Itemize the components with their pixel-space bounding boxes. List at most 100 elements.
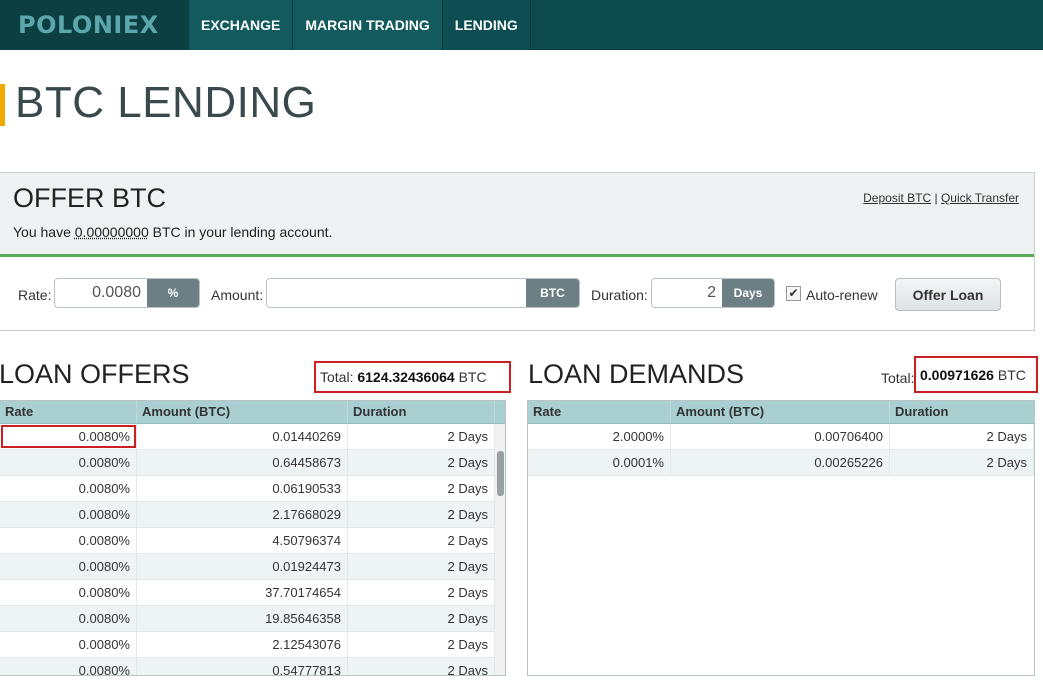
table-row[interactable]: 0.0080% 2.12543076 2 Days: [0, 632, 505, 658]
scrollbar-thumb[interactable]: [497, 451, 504, 496]
checkmark-icon: ✔: [788, 286, 799, 300]
amount-cell: 4.50796374: [137, 528, 348, 553]
table-row[interactable]: 2.0000% 0.00706400 2 Days: [528, 424, 1034, 450]
amount-cell: 0.00265226: [671, 450, 890, 475]
logo-text: POLONIEX: [18, 11, 159, 39]
offer-panel-header: OFFER BTC You have 0.00000000 BTC in you…: [0, 173, 1034, 257]
table-row[interactable]: 0.0080% 0.01924473 2 Days: [0, 554, 505, 580]
balance-prefix: You have: [13, 224, 71, 240]
lending-balance-text: You have 0.00000000 BTC in your lending …: [13, 224, 332, 240]
loan-demands-total-value: 0.00971626: [920, 367, 994, 383]
loan-demands-title: LOAN DEMANDS: [528, 359, 745, 389]
duration-cell: 2 Days: [348, 450, 495, 475]
col-duration[interactable]: Duration: [348, 401, 495, 423]
duration-cell: 2 Days: [348, 528, 495, 553]
rate-cell: 0.0080%: [0, 580, 137, 605]
nav-margin-trading[interactable]: MARGIN TRADING: [293, 0, 443, 50]
auto-renew-label[interactable]: Auto-renew: [806, 287, 878, 303]
loan-offers-total-value: 6124.32436064: [357, 369, 455, 385]
table-row[interactable]: 0.0080% 4.50796374 2 Days: [0, 528, 505, 554]
duration-cell: 2 Days: [348, 632, 495, 657]
loan-offers-total-label: Total:: [320, 369, 354, 385]
rate-input[interactable]: 0.0080: [55, 279, 147, 307]
offer-title: OFFER BTC: [13, 183, 166, 213]
main-nav: EXCHANGE MARGIN TRADING LENDING: [189, 0, 531, 50]
duration-field[interactable]: 2 Days: [651, 278, 775, 308]
amount-cell: 0.01924473: [137, 554, 348, 579]
loan-offers-title: LOAN OFFERS: [0, 359, 190, 389]
rate-field[interactable]: 0.0080 %: [54, 278, 200, 308]
amount-cell: 0.00706400: [671, 424, 890, 449]
amount-cell: 0.64458673: [137, 450, 348, 475]
rate-label: Rate:: [18, 287, 52, 303]
link-separator: |: [934, 191, 938, 205]
rate-cell: 0.0001%: [528, 450, 671, 475]
loan-offers-body: 0.0080% 0.01440269 2 Days 0.0080% 0.64458673…: [0, 424, 505, 675]
loan-demands-table: Rate Amount (BTC) Duration 2.0000% 0.0070…: [527, 400, 1035, 676]
duration-input[interactable]: 2: [652, 279, 722, 307]
amount-field[interactable]: BTC: [266, 278, 580, 308]
amount-cell: 37.70174654: [137, 580, 348, 605]
loan-offers-total-unit: BTC: [458, 369, 487, 385]
rate-cell: 0.0080%: [0, 424, 137, 449]
lending-balance-value[interactable]: 0.00000000: [75, 224, 149, 240]
balance-suffix: BTC in your lending account.: [152, 224, 333, 240]
col-amount[interactable]: Amount (BTC): [137, 401, 348, 423]
loan-demands-body: 2.0000% 0.00706400 2 Days 0.0001% 0.00265226…: [528, 424, 1034, 476]
duration-cell: 2 Days: [348, 580, 495, 605]
loan-offers-total: Total: 6124.32436064 BTC: [314, 361, 511, 393]
nav-lending[interactable]: LENDING: [442, 0, 531, 50]
quick-transfer-link[interactable]: Quick Transfer: [941, 191, 1019, 205]
rate-cell: 0.0080%: [0, 528, 137, 553]
loan-demands-header: Rate Amount (BTC) Duration: [528, 401, 1034, 424]
amount-label: Amount:: [211, 287, 264, 303]
rate-cell: 0.0080%: [0, 502, 137, 527]
loan-demands-total: 0.00971626 BTC: [914, 356, 1038, 393]
poloniex-logo[interactable]: POLONIEX: [0, 0, 189, 50]
col-duration[interactable]: Duration: [890, 401, 1034, 423]
table-row[interactable]: 0.0001% 0.00265226 2 Days: [528, 450, 1034, 476]
col-rate[interactable]: Rate: [528, 401, 671, 423]
offer-links: Deposit BTC | Quick Transfer: [863, 191, 1019, 205]
table-row[interactable]: 0.0080% 37.70174654 2 Days: [0, 580, 505, 606]
page-title: BTC LENDING: [15, 78, 317, 127]
deposit-btc-link[interactable]: Deposit BTC: [863, 191, 931, 205]
duration-cell: 2 Days: [348, 502, 495, 527]
col-amount[interactable]: Amount (BTC): [671, 401, 890, 423]
amount-cell: 19.85646358: [137, 606, 348, 631]
auto-renew-checkbox[interactable]: ✔: [786, 286, 801, 301]
duration-cell: 2 Days: [348, 658, 495, 675]
top-nav-bar: POLONIEX EXCHANGE MARGIN TRADING LENDING: [0, 0, 1043, 50]
loan-offers-table: Rate Amount (BTC) Duration 0.0080% 0.0144…: [0, 400, 506, 676]
table-row[interactable]: 0.0080% 0.54777813 2 Days: [0, 658, 505, 675]
loan-offers-scrollbar[interactable]: [495, 424, 505, 675]
col-rate[interactable]: Rate: [0, 401, 137, 423]
duration-cell: 2 Days: [348, 476, 495, 501]
duration-cell: 2 Days: [890, 424, 1034, 449]
duration-unit-label: Days: [722, 279, 774, 307]
nav-exchange[interactable]: EXCHANGE: [189, 0, 294, 50]
amount-cell: 0.54777813: [137, 658, 348, 675]
amount-input[interactable]: [267, 279, 526, 307]
amount-cell: 2.17668029: [137, 502, 348, 527]
amount-cell: 0.06190533: [137, 476, 348, 501]
rate-unit-label: %: [147, 279, 199, 307]
rate-cell: 0.0080%: [0, 606, 137, 631]
table-row[interactable]: 0.0080% 0.06190533 2 Days: [0, 476, 505, 502]
rate-cell: 0.0080%: [0, 658, 137, 675]
loan-demands-total-label: Total:: [881, 370, 915, 386]
amount-unit-label: BTC: [526, 279, 579, 307]
loan-demands-total-unit: BTC: [997, 367, 1026, 383]
rate-cell: 2.0000%: [528, 424, 671, 449]
duration-cell: 2 Days: [348, 554, 495, 579]
offer-panel: OFFER BTC You have 0.00000000 BTC in you…: [0, 172, 1035, 331]
offer-loan-button[interactable]: Offer Loan: [895, 278, 1001, 311]
rate-cell: 0.0080%: [0, 476, 137, 501]
rate-cell: 0.0080%: [0, 450, 137, 475]
amount-cell: 0.01440269: [137, 424, 348, 449]
table-row[interactable]: 0.0080% 2.17668029 2 Days: [0, 502, 505, 528]
rate-cell: 0.0080%: [0, 554, 137, 579]
table-row[interactable]: 0.0080% 0.64458673 2 Days: [0, 450, 505, 476]
table-row[interactable]: 0.0080% 19.85646358 2 Days: [0, 606, 505, 632]
table-row[interactable]: 0.0080% 0.01440269 2 Days: [0, 424, 505, 450]
